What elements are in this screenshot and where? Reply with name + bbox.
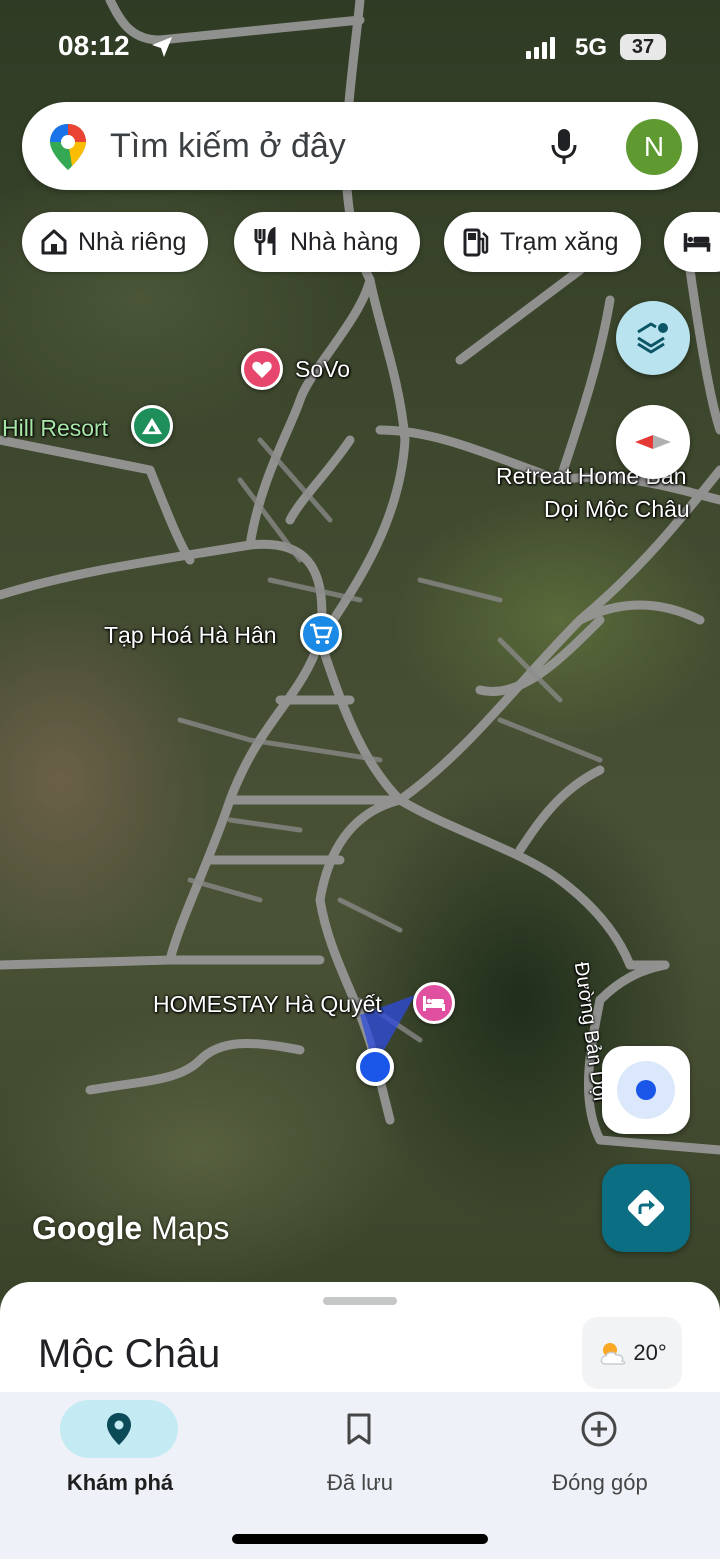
- my-location-button[interactable]: [602, 1046, 690, 1134]
- weather-temperature: 20°: [633, 1340, 667, 1365]
- chip-home[interactable]: Nhà riêng: [22, 212, 209, 272]
- network-type: 5G: [575, 34, 608, 61]
- chip-gas-station-label: Trạm xăng: [500, 227, 619, 256]
- place-title: Mộc Châu: [38, 1332, 221, 1376]
- compass-button[interactable]: [616, 405, 690, 479]
- google-maps-logo-icon: [50, 124, 86, 170]
- signal-bars-icon: [526, 37, 555, 59]
- nav-saved-icon-wrap: [300, 1400, 418, 1458]
- chip-restaurant-label: Nhà hàng: [290, 227, 399, 256]
- nav-explore[interactable]: Khám phá: [0, 1392, 240, 1522]
- partly-cloudy-icon: [600, 1343, 626, 1365]
- nav-saved[interactable]: Đã lưu: [240, 1392, 480, 1522]
- map-label-retreat-line2[interactable]: Dọi Mộc Châu: [544, 496, 690, 523]
- avatar-letter: N: [643, 131, 665, 162]
- layers-button[interactable]: [616, 301, 690, 375]
- bookmark-icon: [347, 1413, 371, 1445]
- hotel-icon: [683, 233, 711, 252]
- status-bar: 08:12 5G 37: [0, 0, 720, 96]
- map-label-tap-hoa[interactable]: Tạp Hoá Hà Hân: [104, 622, 277, 649]
- home-icon: [41, 229, 67, 255]
- my-location-icon: [617, 1061, 675, 1119]
- battery-indicator: 37: [620, 34, 666, 60]
- current-location-dot[interactable]: [356, 1048, 394, 1086]
- poi-resort-campground-icon[interactable]: [131, 405, 173, 447]
- restaurant-icon: [254, 227, 276, 255]
- compass-icon: [635, 435, 671, 449]
- search-bar[interactable]: Tìm kiếm ở đây N: [22, 102, 698, 190]
- chip-home-label: Nhà riêng: [78, 227, 187, 256]
- location-arrow-icon: [152, 37, 172, 57]
- chip-gas-station[interactable]: Trạm xăng: [444, 212, 641, 272]
- gas-station-icon: [463, 228, 489, 257]
- nav-explore-active-pill: [60, 1400, 178, 1458]
- nav-contribute[interactable]: Đóng góp: [480, 1392, 720, 1522]
- account-avatar[interactable]: N: [626, 119, 682, 175]
- directions-button[interactable]: [602, 1164, 690, 1252]
- watermark-google-text: Google: [32, 1210, 143, 1246]
- directions-icon: [627, 1189, 665, 1227]
- google-maps-watermark: Google Maps: [32, 1210, 229, 1247]
- map-label-sovo[interactable]: SoVo: [295, 356, 350, 383]
- poi-sovo-heart-icon[interactable]: [241, 348, 283, 390]
- watermark-maps-text: Maps: [151, 1210, 230, 1246]
- sheet-drag-handle[interactable]: [323, 1297, 397, 1305]
- weather-badge[interactable]: 20°: [582, 1317, 682, 1389]
- home-indicator[interactable]: [232, 1534, 488, 1544]
- nav-contribute-label: Đóng góp: [552, 1470, 648, 1495]
- nav-explore-label: Khám phá: [66, 1470, 174, 1495]
- map-label-homestay[interactable]: HOMESTAY Hà Quyết: [153, 991, 382, 1018]
- poi-homestay-bed-icon[interactable]: [413, 982, 455, 1024]
- nav-saved-label: Đã lưu: [326, 1470, 394, 1495]
- chip-hotel[interactable]: [664, 212, 720, 272]
- map-label-hill-resort[interactable]: Hill Resort: [2, 415, 108, 442]
- explore-pin-icon: [107, 1413, 131, 1445]
- chip-restaurant[interactable]: Nhà hàng: [234, 212, 421, 272]
- nav-contribute-icon-wrap: [540, 1400, 658, 1458]
- poi-shopping-cart-icon[interactable]: [300, 613, 342, 655]
- search-input[interactable]: Tìm kiếm ở đây: [110, 127, 346, 166]
- add-circle-icon: [581, 1411, 617, 1447]
- battery-level: 37: [631, 35, 655, 58]
- microphone-icon[interactable]: [550, 128, 578, 166]
- layers-icon: [637, 322, 668, 354]
- status-time: 08:12: [58, 30, 130, 61]
